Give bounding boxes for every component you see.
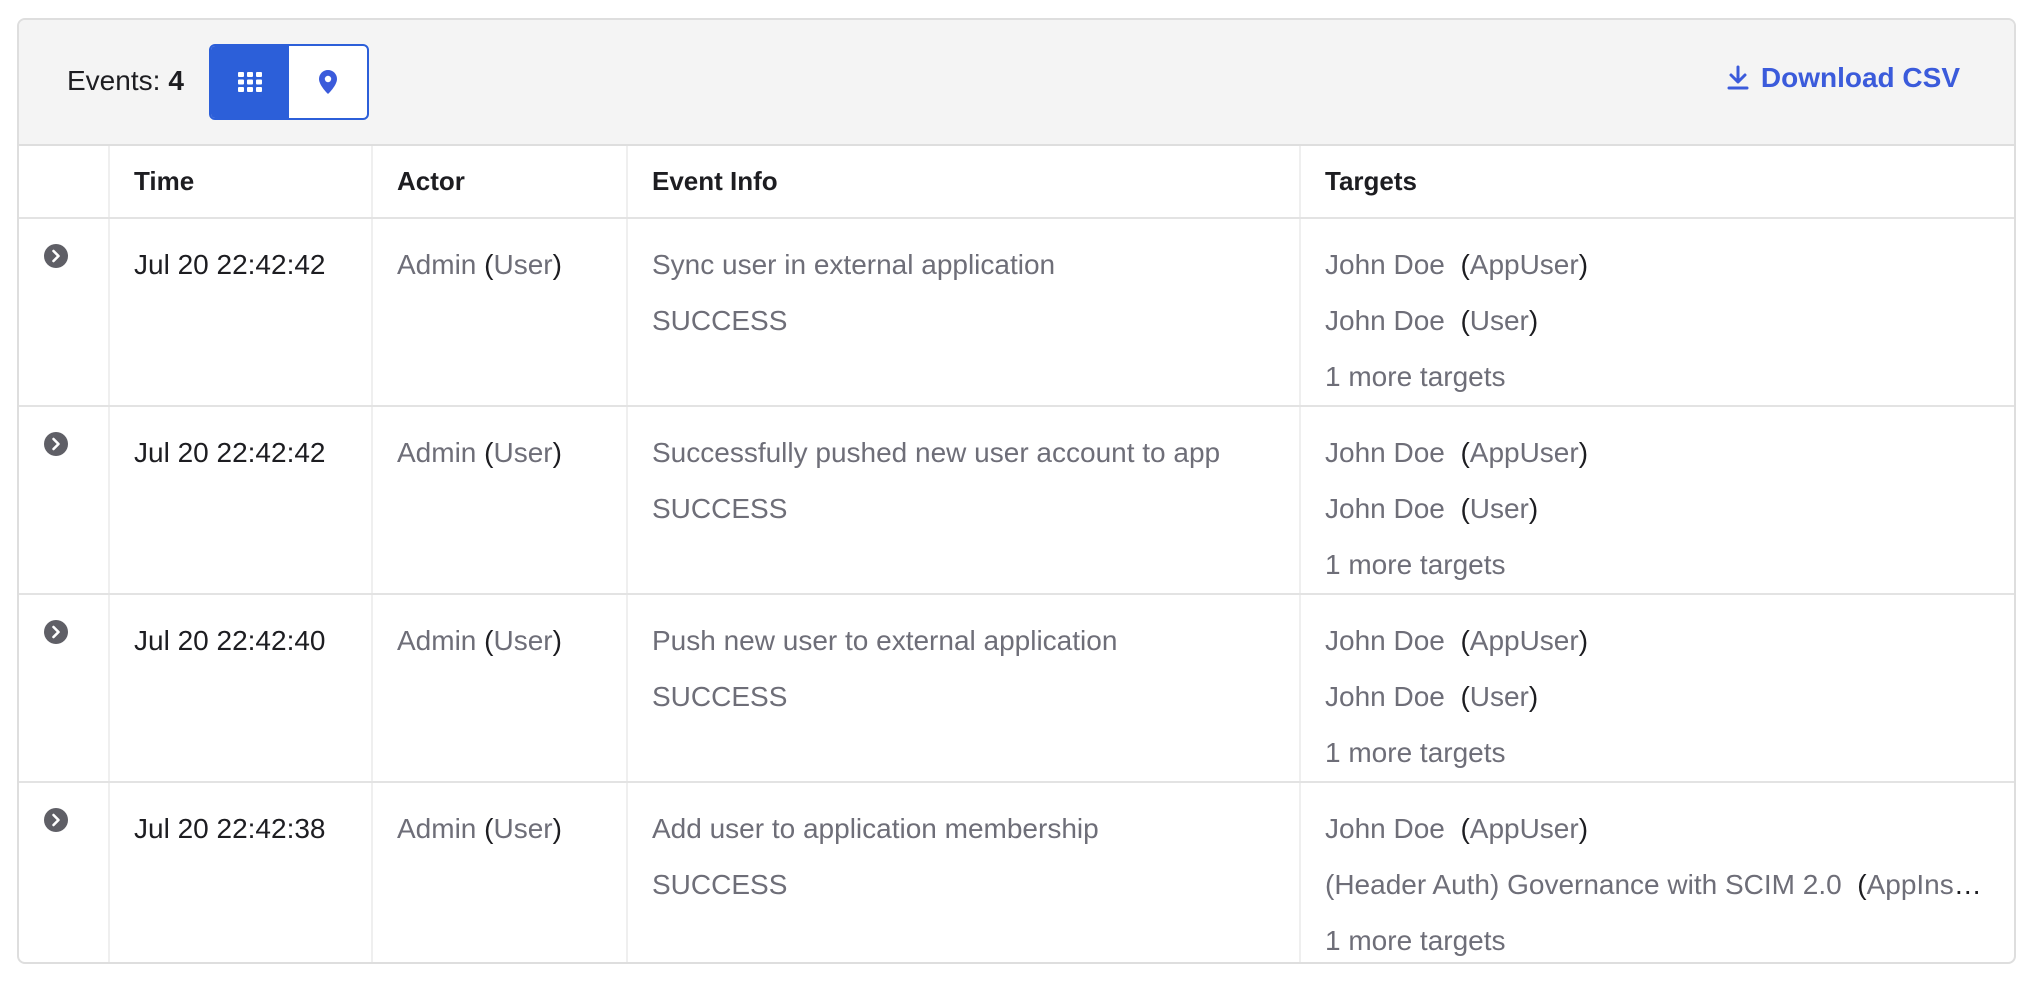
- expand-row-icon[interactable]: [43, 431, 69, 457]
- target-type: AppUser: [1469, 437, 1579, 468]
- target-item: John Doe (AppUser): [1325, 249, 1589, 280]
- event-time: Jul 20 22:42:38: [134, 813, 326, 844]
- target-type: User: [1469, 493, 1529, 524]
- view-toggle: [209, 44, 369, 120]
- actor-name: Admin: [397, 813, 477, 844]
- table-row: Jul 20 22:42:42 Admin (User) Sync user i…: [19, 218, 2014, 407]
- more-targets-link[interactable]: 1 more targets: [1325, 537, 2014, 593]
- target-name: John Doe: [1325, 305, 1445, 336]
- event-description: Sync user in external application: [652, 249, 1056, 280]
- target-name: John Doe: [1325, 493, 1445, 524]
- actor-name: Admin: [397, 625, 477, 656]
- table-row: Jul 20 22:42:42 Admin (User) Successfull…: [19, 406, 2014, 595]
- header-actor[interactable]: Actor: [371, 146, 627, 219]
- events-count-label: Events:: [67, 65, 161, 96]
- map-pin-icon: [319, 70, 337, 94]
- events-toolbar: Events: 4 Download CSV: [19, 20, 2014, 146]
- actor-type: User: [493, 437, 553, 468]
- table-row: Jul 20 22:42:38 Admin (User) Add user to…: [19, 782, 2014, 962]
- event-description: Successfully pushed new user account to …: [652, 437, 1221, 468]
- event-description: Add user to application membership: [652, 813, 1099, 844]
- events-count: Events: 4: [67, 65, 184, 97]
- more-targets-link[interactable]: 1 more targets: [1325, 349, 2014, 405]
- expand-row-icon[interactable]: [43, 807, 69, 833]
- event-actor: Admin (User): [397, 813, 562, 844]
- grid-icon: [238, 72, 262, 92]
- table-row: Jul 20 22:42:40 Admin (User) Push new us…: [19, 594, 2014, 783]
- target-item: John Doe (AppUser): [1325, 813, 1589, 844]
- grid-view-button[interactable]: [211, 46, 289, 118]
- target-name: John Doe: [1325, 437, 1445, 468]
- target-name: John Doe: [1325, 813, 1445, 844]
- target-type: AppUser: [1469, 625, 1579, 656]
- target-name: (Header Auth) Governance with SCIM 2.0: [1325, 869, 1842, 900]
- download-icon: [1727, 65, 1749, 90]
- events-count-value: 4: [168, 65, 184, 96]
- target-type: User: [1469, 681, 1529, 712]
- target-item: John Doe (User): [1325, 305, 1539, 336]
- table-header-row: Time Actor Event Info Targets: [19, 146, 2014, 219]
- more-targets-link[interactable]: 1 more targets: [1325, 913, 2014, 962]
- event-actor: Admin (User): [397, 249, 562, 280]
- event-time: Jul 20 22:42:40: [134, 625, 326, 656]
- event-time: Jul 20 22:42:42: [134, 437, 326, 468]
- target-type: AppUser: [1469, 249, 1579, 280]
- events-panel: Events: 4 Download CSV Time Actor Event …: [17, 18, 2016, 964]
- target-item: (Header Auth) Governance with SCIM 2.0 (…: [1325, 857, 2014, 913]
- target-name: John Doe: [1325, 249, 1445, 280]
- target-name: John Doe: [1325, 625, 1445, 656]
- expand-row-icon[interactable]: [43, 243, 69, 269]
- header-targets[interactable]: Targets: [1299, 146, 2014, 219]
- download-csv-label: Download CSV: [1760, 62, 1960, 93]
- event-description: Push new user to external application: [652, 625, 1118, 656]
- event-actor: Admin (User): [397, 625, 562, 656]
- target-type: AppUser: [1469, 813, 1579, 844]
- header-event-info[interactable]: Event Info: [626, 146, 1300, 219]
- event-time: Jul 20 22:42:42: [134, 249, 326, 280]
- target-item: John Doe (User): [1325, 493, 1539, 524]
- actor-name: Admin: [397, 437, 477, 468]
- target-type: AppInstance: [1866, 869, 2014, 900]
- target-name: John Doe: [1325, 681, 1445, 712]
- more-targets-link[interactable]: 1 more targets: [1325, 725, 2014, 781]
- events-table: Time Actor Event Info Targets Jul 20 22:…: [19, 146, 2014, 962]
- download-csv-button[interactable]: Download CSV: [1727, 62, 1960, 94]
- event-outcome: SUCCESS: [652, 493, 788, 524]
- target-item: John Doe (AppUser): [1325, 437, 1589, 468]
- map-view-button[interactable]: [289, 46, 367, 118]
- actor-type: User: [493, 813, 553, 844]
- event-outcome: SUCCESS: [652, 305, 788, 336]
- header-expand: [19, 146, 109, 219]
- actor-type: User: [493, 625, 553, 656]
- actor-name: Admin: [397, 249, 477, 280]
- header-time[interactable]: Time: [108, 146, 372, 219]
- target-type: User: [1469, 305, 1529, 336]
- expand-row-icon[interactable]: [43, 619, 69, 645]
- target-item: John Doe (AppUser): [1325, 625, 1589, 656]
- actor-type: User: [493, 249, 553, 280]
- event-outcome: SUCCESS: [652, 681, 788, 712]
- event-actor: Admin (User): [397, 437, 562, 468]
- target-item: John Doe (User): [1325, 681, 1539, 712]
- event-outcome: SUCCESS: [652, 869, 788, 900]
